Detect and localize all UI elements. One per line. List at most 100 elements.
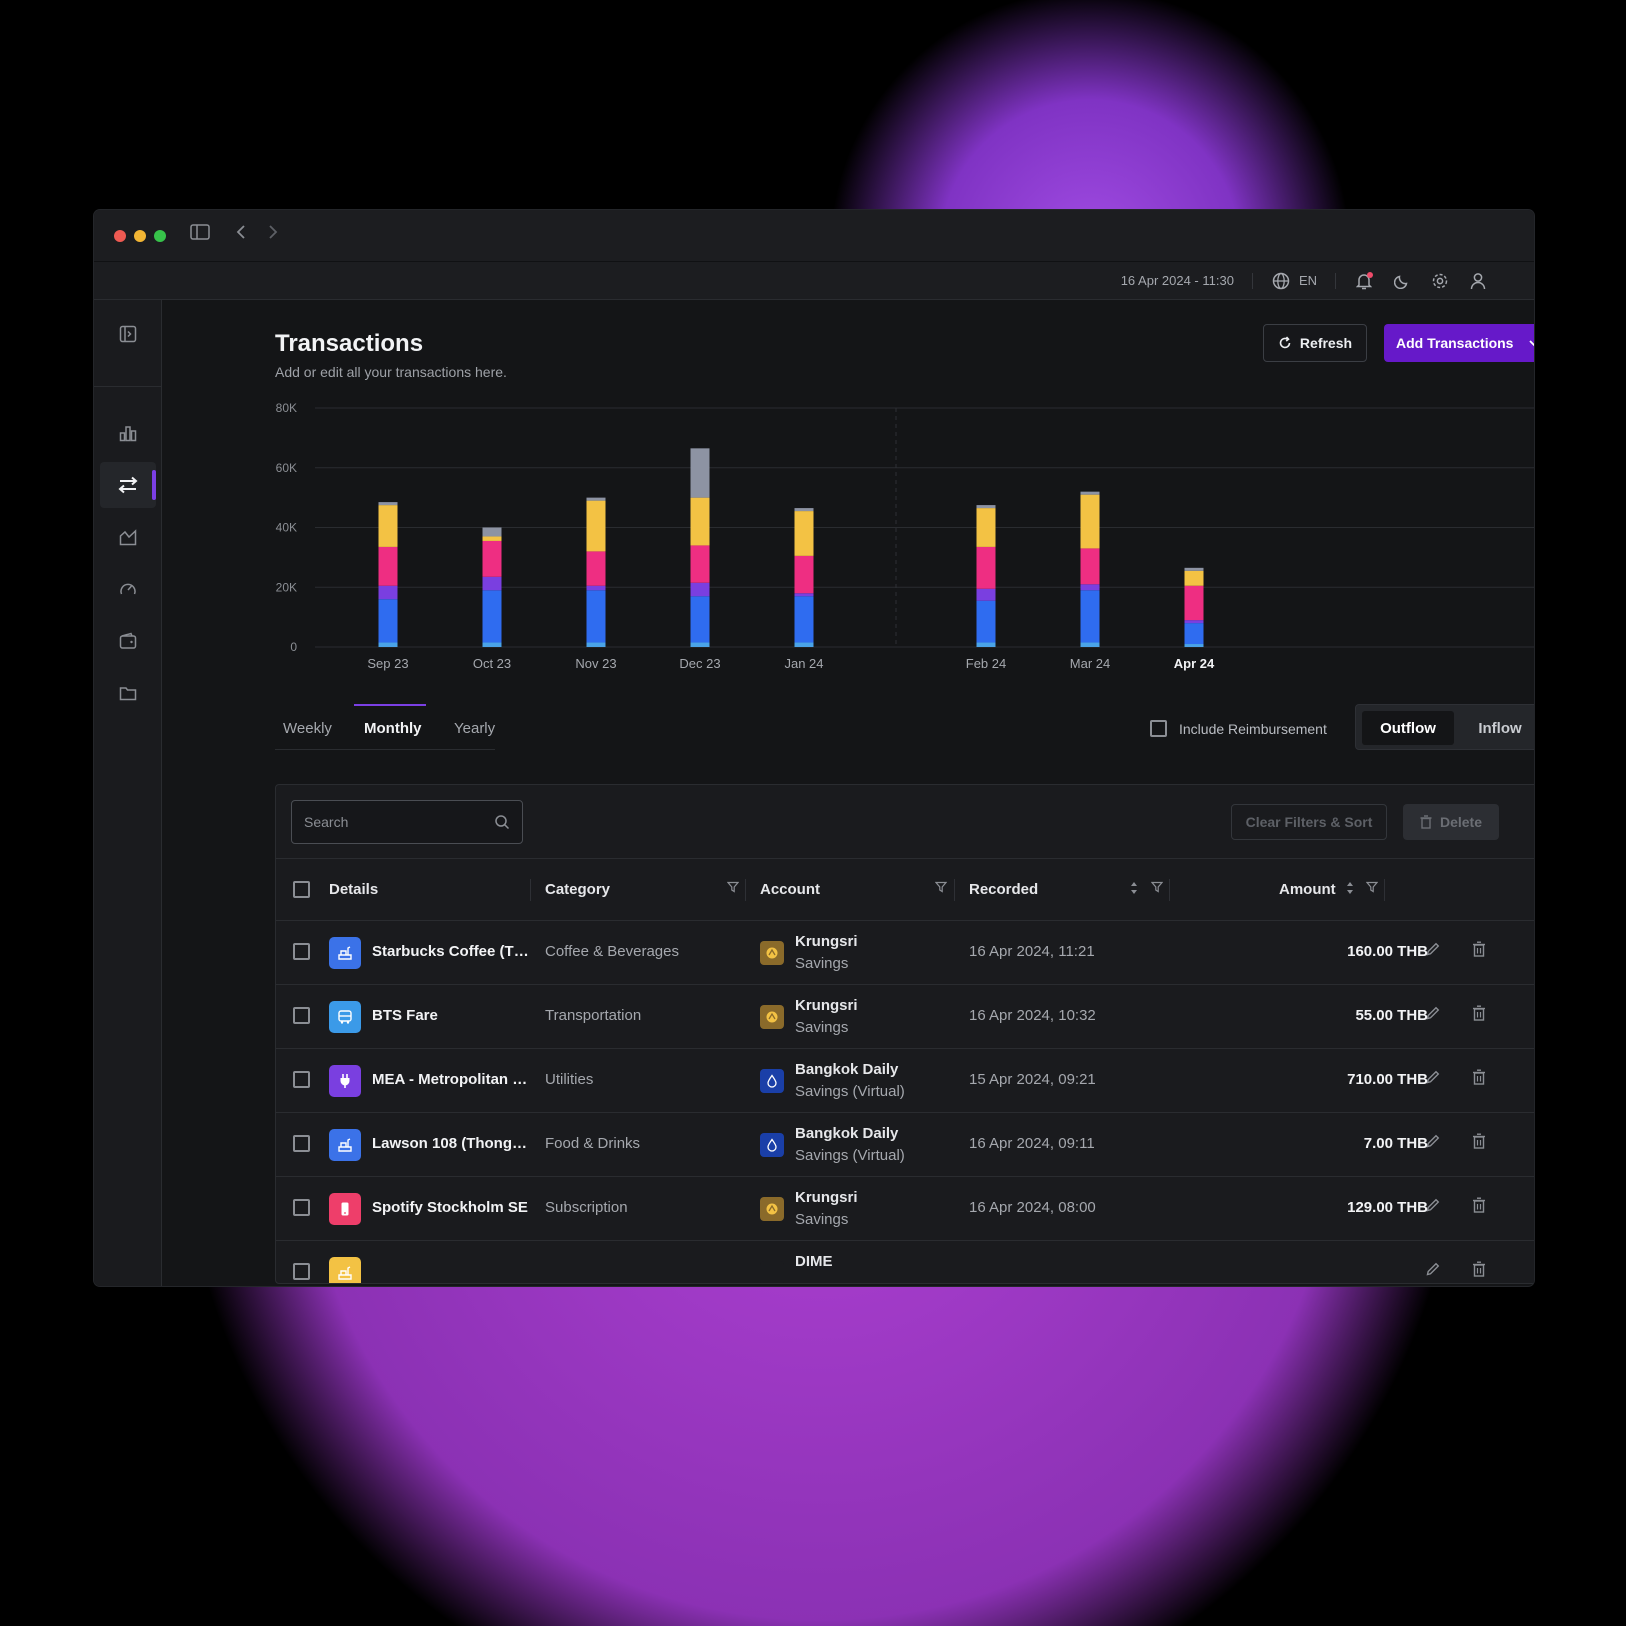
filter-icon[interactable] <box>1365 881 1379 896</box>
bar-segment <box>482 540 502 577</box>
edit-icon[interactable] <box>1425 1069 1441 1089</box>
inflow-option[interactable]: Inflow <box>1454 711 1534 745</box>
table-row[interactable]: Spotify Stockholm SE Subscription Krungs… <box>276 1177 1534 1241</box>
bar-segment <box>690 545 710 583</box>
bank-logo-icon <box>760 1261 784 1283</box>
transaction-recorded: 16 Apr 2024, 08:00 <box>969 1199 1096 1216</box>
user-icon[interactable] <box>1468 271 1488 291</box>
bar-segment <box>1184 623 1204 645</box>
bar-segment <box>378 546 398 586</box>
gear-icon[interactable] <box>1430 271 1450 291</box>
trash-icon[interactable] <box>1472 1197 1486 1217</box>
delete-button[interactable]: Delete <box>1403 804 1499 840</box>
transaction-name[interactable]: Spotify Stockholm SE <box>372 1199 530 1216</box>
sort-icon[interactable] <box>1130 881 1138 898</box>
row-checkbox[interactable] <box>293 1007 310 1024</box>
bar-segment <box>586 500 606 552</box>
edit-icon[interactable] <box>1425 1261 1441 1281</box>
bar-segment <box>1080 494 1100 549</box>
outflow-option[interactable]: Outflow <box>1362 711 1454 745</box>
food-icon <box>329 1257 361 1283</box>
globe-icon[interactable] <box>1271 271 1291 291</box>
row-checkbox[interactable] <box>293 1071 310 1088</box>
tab-yearly[interactable]: Yearly <box>454 720 495 737</box>
sidebar-item-reports[interactable] <box>100 514 156 560</box>
account-bank: Bangkok Daily <box>795 1061 899 1078</box>
account-type: Savings <box>795 955 849 972</box>
transactions-table: Search Clear Filters & Sort Delete Detai… <box>275 784 1534 1284</box>
select-all-checkbox[interactable] <box>293 881 310 898</box>
table-row[interactable]: BTS Fare Transportation Krungsri Savings… <box>276 985 1534 1049</box>
transaction-name[interactable]: BTS Fare <box>372 1007 530 1024</box>
table-row[interactable]: MEA - Metropolitan E... Utilities Bangko… <box>276 1049 1534 1113</box>
page-title: Transactions <box>275 330 424 357</box>
app-body: Transactions Add or edit all your transa… <box>94 300 1534 1286</box>
tab-weekly[interactable]: Weekly <box>283 720 332 737</box>
include-reimbursement-toggle[interactable]: Include Reimbursement <box>1150 720 1327 737</box>
table-row[interactable]: DIME <box>276 1241 1534 1283</box>
edit-icon[interactable] <box>1425 941 1441 961</box>
x-tick-label: Dec 23 <box>679 656 720 671</box>
column-account[interactable]: Account <box>760 881 820 898</box>
edit-icon[interactable] <box>1425 1197 1441 1217</box>
sidebar-item-budget[interactable] <box>100 566 156 612</box>
trash-icon[interactable] <box>1472 1069 1486 1089</box>
trash-icon[interactable] <box>1472 941 1486 961</box>
forward-icon[interactable] <box>268 224 278 245</box>
bar-segment <box>586 497 606 501</box>
bar-segment <box>1184 620 1204 624</box>
sidebar-item-dashboard[interactable] <box>100 410 156 456</box>
edit-icon[interactable] <box>1425 1133 1441 1153</box>
close-window-button[interactable] <box>114 230 126 242</box>
tab-monthly[interactable]: Monthly <box>364 720 422 737</box>
language-selector[interactable]: EN <box>1299 273 1317 288</box>
filter-icon[interactable] <box>934 881 948 896</box>
edit-icon[interactable] <box>1425 1005 1441 1025</box>
column-details[interactable]: Details <box>329 881 378 898</box>
row-checkbox[interactable] <box>293 1135 310 1152</box>
minimize-window-button[interactable] <box>134 230 146 242</box>
row-checkbox[interactable] <box>293 943 310 960</box>
x-tick-label: Oct 23 <box>473 656 511 671</box>
sort-icon[interactable] <box>1346 881 1354 898</box>
refresh-icon <box>1279 336 1291 349</box>
bar-segment <box>482 576 502 591</box>
reimbursement-checkbox[interactable] <box>1150 720 1167 737</box>
notification-dot <box>1367 271 1373 278</box>
sidebar-item-transactions[interactable] <box>100 462 156 508</box>
sidebar-collapse-button[interactable] <box>100 311 156 357</box>
sidebar-item-accounts[interactable] <box>100 618 156 664</box>
bar-segment <box>1184 585 1204 621</box>
trash-icon[interactable] <box>1472 1261 1486 1281</box>
bank-logo-icon <box>760 1005 784 1029</box>
add-transactions-button[interactable]: Add Transactions <box>1384 324 1534 362</box>
trash-icon[interactable] <box>1472 1133 1486 1153</box>
moon-icon[interactable] <box>1392 271 1412 291</box>
column-category[interactable]: Category <box>545 881 610 898</box>
bar-segment <box>378 599 398 643</box>
sidebar-toggle-icon[interactable] <box>190 224 210 245</box>
column-amount[interactable]: Amount <box>1279 881 1336 898</box>
transaction-name[interactable]: Starbucks Coffee (Th... <box>372 943 530 960</box>
search-input[interactable]: Search <box>291 800 523 844</box>
sidebar-item-files[interactable] <box>100 670 156 716</box>
row-checkbox[interactable] <box>293 1263 310 1280</box>
table-row[interactable]: Starbucks Coffee (Th... Coffee & Beverag… <box>276 921 1534 985</box>
transaction-name[interactable]: MEA - Metropolitan E... <box>372 1071 530 1088</box>
bar-segment <box>1184 570 1204 586</box>
gauge-icon <box>120 583 136 595</box>
maximize-window-button[interactable] <box>154 230 166 242</box>
back-icon[interactable] <box>236 224 246 245</box>
table-row[interactable]: Lawson 108 (Thonglo... Food & Drinks Ban… <box>276 1113 1534 1177</box>
trash-icon[interactable] <box>1472 1005 1486 1025</box>
transaction-name[interactable]: Lawson 108 (Thonglo... <box>372 1135 530 1152</box>
bell-icon[interactable] <box>1354 271 1374 291</box>
column-divider <box>1169 879 1170 901</box>
row-checkbox[interactable] <box>293 1199 310 1216</box>
filter-icon[interactable] <box>1150 881 1164 896</box>
column-recorded[interactable]: Recorded <box>969 881 1038 898</box>
x-tick-label: Feb 24 <box>966 656 1006 671</box>
clear-filters-button[interactable]: Clear Filters & Sort <box>1231 804 1387 840</box>
filter-icon[interactable] <box>726 881 740 896</box>
refresh-button[interactable]: Refresh <box>1263 324 1367 362</box>
